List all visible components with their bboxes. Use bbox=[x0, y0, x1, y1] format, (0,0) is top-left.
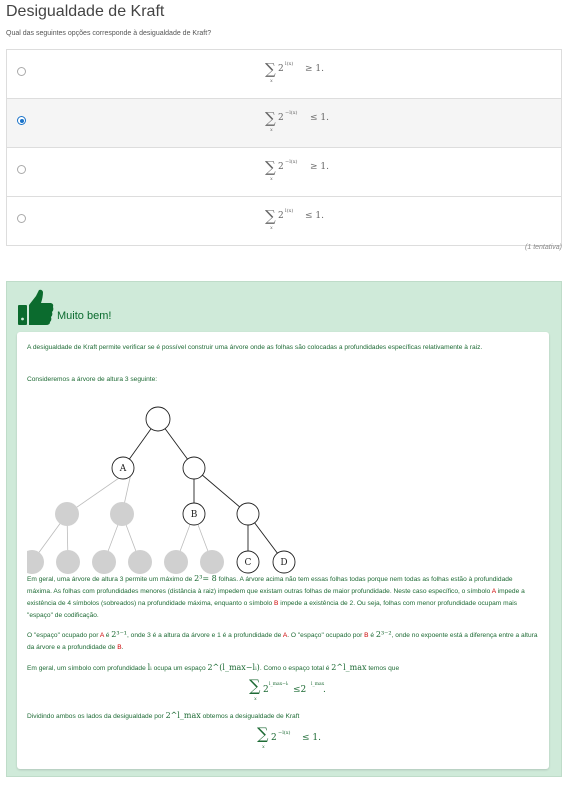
text: , onde 3 é a altura da árvore e 1 é a pr… bbox=[127, 632, 283, 639]
paragraph-space: O "espaço" ocupado por A é 2³⁻¹, onde 3 … bbox=[27, 629, 539, 654]
math-inline: 2³⁻¹ bbox=[111, 630, 127, 639]
sum-subscript: x bbox=[270, 176, 273, 182]
base: 2 bbox=[278, 211, 284, 221]
relation: ≥ 1. bbox=[310, 162, 329, 172]
radio-option-4[interactable] bbox=[17, 214, 26, 223]
thumbs-up-icon bbox=[18, 289, 54, 325]
shaded-node bbox=[164, 550, 188, 574]
paragraph-intro: A desigualdade de Kraft permite verifica… bbox=[27, 344, 483, 351]
text: . bbox=[121, 644, 124, 651]
shaded-node bbox=[92, 550, 116, 574]
option-3[interactable]: ∑ x 2 −l(x) ≥ 1. bbox=[7, 148, 561, 197]
label-d: D bbox=[280, 558, 287, 568]
equation-kraft: ∑ x 2 −l(x) ≤ 1. bbox=[257, 724, 327, 754]
sum-symbol: ∑ bbox=[265, 60, 276, 78]
relation: ≥ 1. bbox=[305, 64, 324, 74]
sum-symbol: ∑ bbox=[257, 724, 269, 743]
option-1-formula: ∑ x 2 l(x) ≥ 1. bbox=[265, 60, 345, 90]
option-4[interactable]: ∑ x 2 l(x) ≤ 1. bbox=[7, 197, 561, 245]
exponent: l(x) bbox=[285, 208, 294, 214]
exponent: −l(x) bbox=[285, 159, 298, 165]
base: 2 bbox=[278, 162, 284, 172]
root-node bbox=[145, 406, 171, 432]
tree-diagram: A B C D bbox=[27, 406, 296, 574]
equation-space-sum: ∑ x 2 l_max−lᵢ ≤2 l_max . bbox=[249, 676, 329, 706]
exponent: −l(x) bbox=[278, 730, 291, 736]
radio-option-2[interactable] bbox=[17, 116, 26, 125]
option-2[interactable]: ∑ x 2 −l(x) ≤ 1. bbox=[7, 99, 561, 148]
sum-subscript: x bbox=[270, 78, 273, 84]
base: 2 bbox=[278, 64, 284, 74]
sum-symbol: ∑ bbox=[249, 676, 261, 695]
feedback-title: Muito bem! bbox=[57, 310, 112, 322]
exponent: l_max−lᵢ bbox=[269, 682, 289, 687]
radio-option-3[interactable] bbox=[17, 165, 26, 174]
attempts-count: (1 tentativa) bbox=[525, 244, 562, 251]
paragraph-divide: Dividindo ambos os lados da desigualdade… bbox=[27, 710, 539, 723]
base: 2 bbox=[263, 685, 269, 695]
paragraph-tree-intro: Consideremos a árvore de altura 3 seguin… bbox=[27, 376, 158, 383]
shaded-node bbox=[128, 550, 152, 574]
sum-subscript: x bbox=[262, 744, 265, 750]
text: O "espaço" ocupado por bbox=[27, 632, 100, 639]
text: . Como o espaço total é bbox=[259, 665, 332, 672]
paragraph-general: Em geral, um símbolo com profundidade lᵢ… bbox=[27, 662, 539, 675]
option-1[interactable]: ∑ x 2 l(x) ≥ 1. bbox=[7, 50, 561, 99]
sum-symbol: ∑ bbox=[265, 109, 276, 127]
text: Dividindo ambos os lados da desigualdade… bbox=[27, 713, 166, 720]
exponent: l(x) bbox=[285, 61, 294, 67]
shaded-node bbox=[27, 550, 44, 574]
sum-subscript: x bbox=[254, 696, 257, 702]
sum-symbol: ∑ bbox=[265, 158, 276, 176]
feedback-panel: Muito bem! A desigualdade de Kraft permi… bbox=[6, 281, 562, 777]
relation: ≤ 1. bbox=[310, 113, 329, 123]
text: é bbox=[368, 632, 376, 639]
text: temos que bbox=[366, 665, 400, 672]
sum-subscript: x bbox=[270, 225, 273, 231]
shaded-node bbox=[56, 550, 80, 574]
math-inline: 2^l_max bbox=[165, 711, 201, 720]
base: 2 bbox=[271, 733, 277, 743]
option-3-formula: ∑ x 2 −l(x) ≥ 1. bbox=[265, 158, 345, 188]
shaded-node bbox=[200, 550, 224, 574]
question-text: Qual das seguintes opções corresponde à … bbox=[6, 30, 212, 37]
sum-subscript: x bbox=[270, 127, 273, 133]
inner-node bbox=[182, 456, 206, 480]
base: 2 bbox=[278, 113, 284, 123]
label-c: C bbox=[245, 558, 252, 568]
text: obtemos a desigualdade de Kraft bbox=[200, 713, 300, 720]
feedback-card: A desigualdade de Kraft permite verifica… bbox=[17, 332, 549, 769]
text: ocupa um espaço bbox=[151, 665, 208, 672]
period: . bbox=[323, 685, 326, 695]
math-inline: 2³⁻² bbox=[375, 630, 392, 639]
option-2-formula: ∑ x 2 −l(x) ≤ 1. bbox=[265, 109, 345, 139]
label-a: A bbox=[119, 464, 127, 474]
inner-node bbox=[236, 502, 260, 526]
shaded-node bbox=[55, 502, 79, 526]
text: Em geral, um símbolo com profundidade bbox=[27, 665, 148, 672]
text: Em geral, uma árvore de altura 3 permite… bbox=[27, 576, 195, 583]
relation: ≤ 1. bbox=[305, 211, 324, 221]
math-inline: 2^l_max bbox=[331, 663, 367, 672]
text: . O "espaço" ocupado por bbox=[287, 632, 365, 639]
radio-option-1[interactable] bbox=[17, 67, 26, 76]
sum-symbol: ∑ bbox=[265, 207, 276, 225]
math-inline: 2³= 8 bbox=[194, 574, 217, 583]
options-list: ∑ x 2 l(x) ≥ 1. ∑ x 2 −l(x) ≤ 1. ∑ x 2 −… bbox=[6, 49, 562, 246]
math-inline: 2^(l_max−lᵢ) bbox=[207, 663, 260, 672]
page-title: Desigualdade de Kraft bbox=[6, 3, 165, 20]
paragraph-explanation: Em geral, uma árvore de altura 3 permite… bbox=[27, 573, 539, 622]
relation: ≤2 bbox=[293, 685, 307, 695]
exponent: −l(x) bbox=[285, 110, 298, 116]
shaded-node bbox=[110, 502, 134, 526]
relation: ≤ 1. bbox=[302, 733, 321, 743]
option-4-formula: ∑ x 2 l(x) ≤ 1. bbox=[265, 207, 345, 237]
label-b: B bbox=[191, 510, 198, 520]
